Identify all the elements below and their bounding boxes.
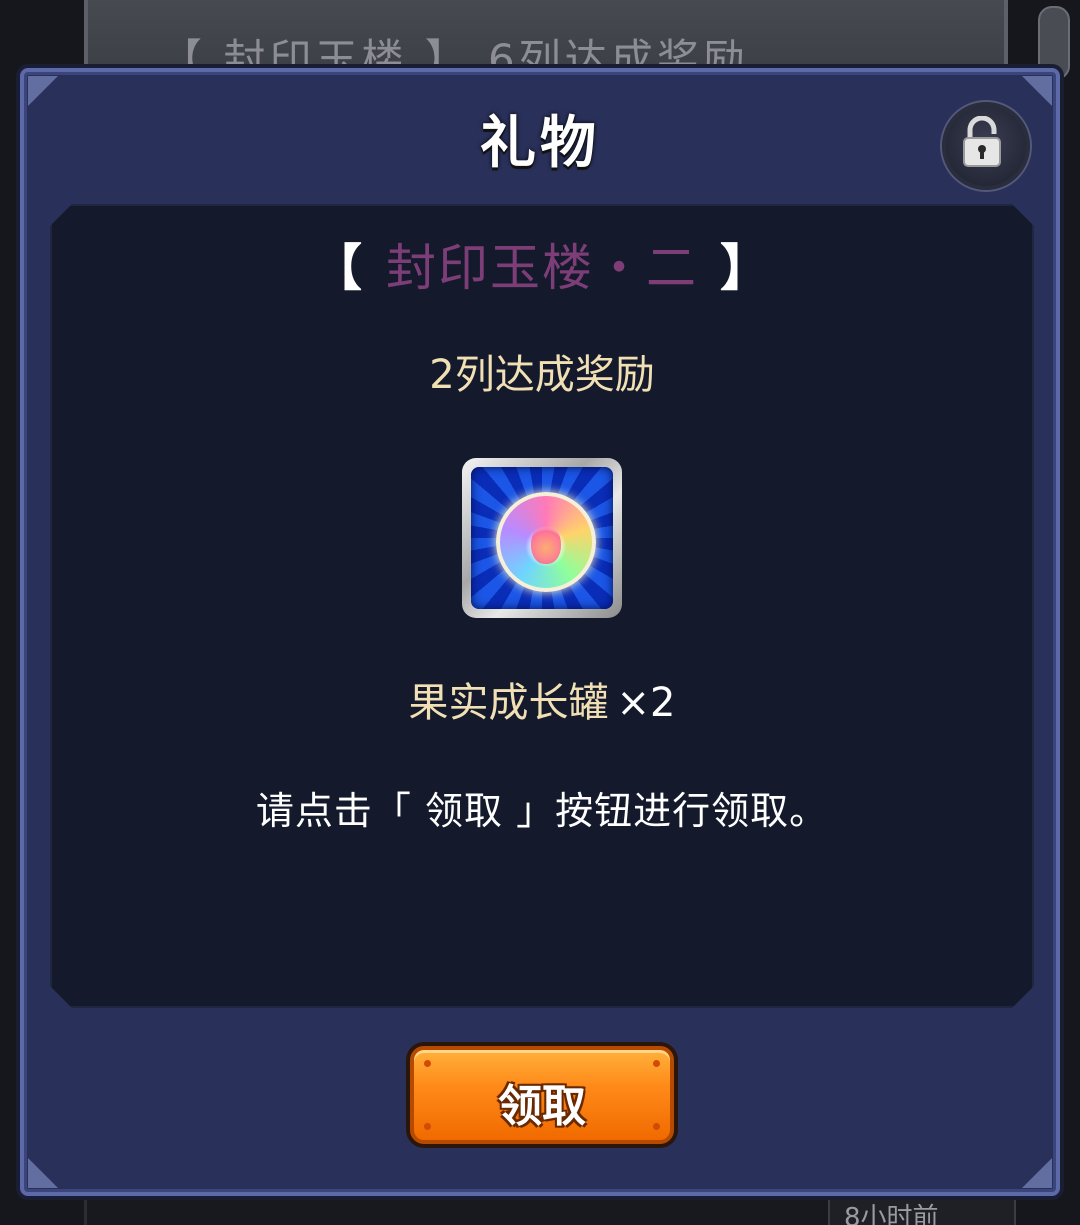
claim-button-label: 领取 — [498, 1081, 586, 1132]
dialog-title: 礼物 — [480, 111, 600, 176]
background-time-tag: 8小时前 — [828, 1195, 1016, 1225]
reward-item-line: 果实成长罐 ×2 — [52, 670, 1032, 728]
lock-button[interactable] — [942, 102, 1030, 190]
reward-item-quantity: ×2 — [616, 680, 676, 726]
corner-ornament — [1022, 1158, 1052, 1188]
reward-item-name: 果实成长罐 — [408, 680, 609, 726]
claim-button[interactable]: 领取 — [410, 1046, 674, 1144]
lock-icon — [963, 116, 1001, 167]
stage-title: 【封印玉楼・二】 — [52, 228, 1032, 300]
stage-close-bracket: 】 — [720, 239, 772, 297]
reward-icon-background — [471, 467, 613, 609]
reward-content-panel: 【封印玉楼・二】 2列达成奖励 果实成长罐 ×2 请点击「 领取 」按钮进行领取。 — [50, 204, 1034, 1008]
orb-icon — [496, 492, 596, 592]
stage-open-bracket: 【 — [312, 239, 364, 297]
gift-dialog: 礼物 【封印玉楼・二】 2列达成奖励 果实成长罐 ×2 请点击「 领取 」按钮进… — [20, 68, 1060, 1196]
stage-name: 封印玉楼・二 — [386, 239, 698, 297]
fruit-growth-jar-orb-icon — [462, 458, 622, 618]
corner-ornament — [28, 1158, 58, 1188]
reward-subtitle: 2列达成奖励 — [429, 352, 655, 398]
claim-instruction: 请点击「 领取 」按钮进行领取。 — [255, 789, 829, 833]
